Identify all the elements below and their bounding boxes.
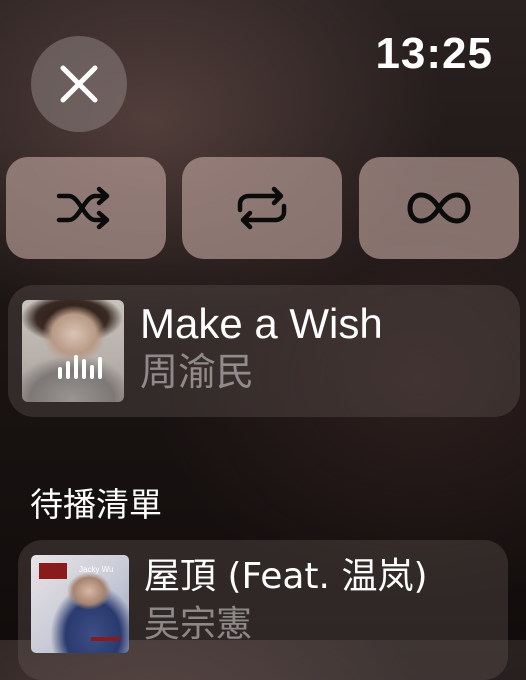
shuffle-icon	[56, 186, 110, 230]
infinity-icon	[407, 192, 471, 224]
close-icon	[60, 65, 98, 103]
queue-item[interactable]: Jacky Wu 屋頂 (Feat. 温岚) 吴宗憲	[18, 540, 508, 680]
now-playing-card[interactable]: Make a Wish 周渝民	[8, 285, 520, 417]
album-logo	[39, 563, 67, 579]
now-playing-title: Make a Wish	[140, 300, 383, 347]
queue-item-title: 屋頂 (Feat. 温岚)	[144, 556, 428, 597]
repeat-icon	[237, 186, 287, 230]
shuffle-button[interactable]	[6, 157, 166, 259]
queue-item-artist: 吴宗憲	[144, 604, 253, 645]
queue-album-art: Jacky Wu	[31, 555, 129, 653]
album-brand-text: Jacky Wu	[79, 565, 114, 574]
close-button[interactable]	[31, 36, 127, 132]
album-strip	[91, 637, 121, 641]
clock: 13:25	[375, 29, 493, 78]
queue-heading: 待播清單	[30, 485, 162, 524]
autoplay-button[interactable]	[359, 157, 519, 259]
album-art	[22, 300, 124, 402]
playing-bars-icon	[58, 355, 102, 379]
playback-controls	[6, 157, 520, 259]
repeat-button[interactable]	[182, 157, 342, 259]
now-playing-artist: 周渝民	[140, 350, 255, 394]
